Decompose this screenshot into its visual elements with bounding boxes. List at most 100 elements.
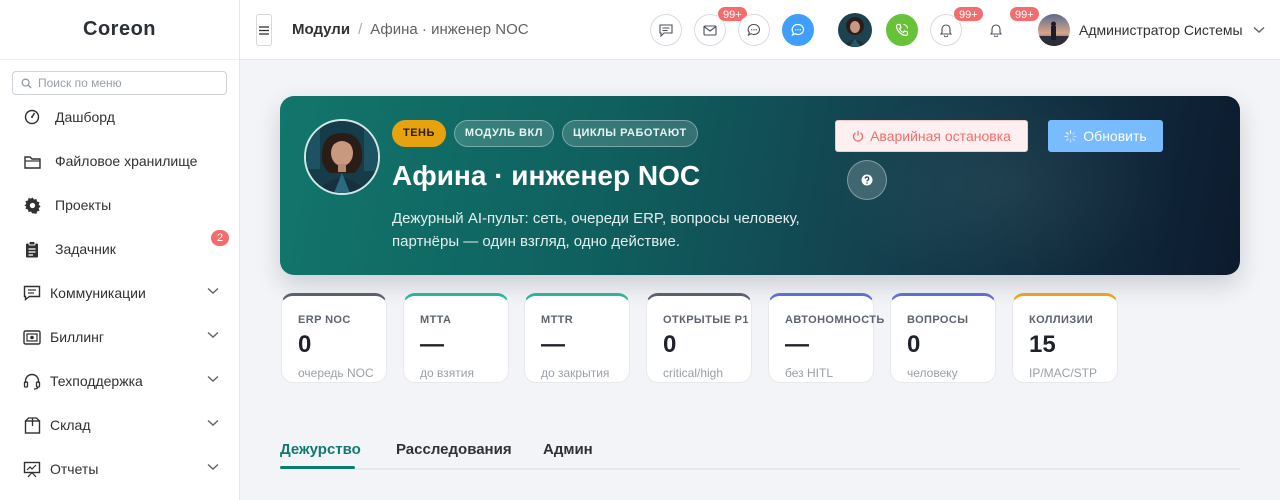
sidebar-item-label: Коммуникации: [50, 285, 146, 301]
chevron-down-icon: [207, 375, 219, 382]
stat-value: —: [541, 331, 565, 358]
sidebar-item-projects[interactable]: Проекты: [0, 183, 239, 227]
sidebar-item-label: Техподдержка: [50, 373, 143, 389]
billing-icon: [22, 327, 42, 347]
chat-button[interactable]: [738, 14, 770, 46]
stat-card-open-p1[interactable]: Открытые P1 0 critical/high: [646, 293, 752, 383]
refresh-label: Обновить: [1083, 128, 1147, 144]
sidebar-item-dashboard[interactable]: Дашборд: [0, 95, 239, 139]
tab-admin[interactable]: Админ: [543, 441, 593, 458]
menu-toggle-button[interactable]: [256, 14, 272, 46]
stat-label: MTTA: [420, 314, 452, 326]
stat-card-mttr[interactable]: MTTR — до закрытия: [524, 293, 630, 383]
user-avatar[interactable]: [1038, 14, 1070, 46]
message-square-icon: [659, 23, 673, 37]
sidebar: Coreon Дашборд Файловое хранилище Проект…: [0, 0, 240, 500]
stat-label: ERP NOC: [298, 314, 351, 326]
brand-logo[interactable]: Coreon: [0, 0, 239, 60]
clipboard-icon: [22, 239, 42, 259]
headset-icon: [22, 371, 42, 391]
alerts-count-badge: 99+: [1009, 6, 1040, 22]
bell-icon: [940, 23, 952, 37]
chevron-down-icon[interactable]: [1253, 26, 1265, 34]
folder-icon: [22, 151, 42, 171]
stat-label: Вопросы: [907, 314, 969, 326]
status-chip-module: Модуль ВКЛ: [453, 120, 554, 147]
stat-label: Коллизии: [1029, 314, 1094, 326]
sidebar-item-reports[interactable]: Отчеты: [0, 447, 239, 491]
sidebar-item-communications[interactable]: Коммуникации: [0, 271, 239, 315]
stat-card-mtta[interactable]: MTTA — до взятия: [403, 293, 509, 383]
stat-card-collisions[interactable]: Коллизии 15 IP/MAC/STP: [1012, 293, 1118, 383]
sidebar-item-warehouse[interactable]: Склад: [0, 403, 239, 447]
stat-label: Открытые P1: [663, 314, 749, 326]
chart-icon: [22, 459, 42, 479]
mail-icon: [703, 24, 717, 36]
phone-icon: [895, 23, 909, 37]
power-icon: [853, 130, 864, 142]
hamburger-icon: [259, 25, 269, 35]
status-chips: Тень Модуль ВКЛ Циклы работают: [392, 120, 698, 147]
notifications-count-badge: 99+: [953, 6, 984, 22]
tab-investigations[interactable]: Расследования: [396, 441, 512, 458]
chevron-down-icon: [207, 331, 219, 338]
help-button[interactable]: [847, 160, 887, 200]
gear-icon: [22, 195, 42, 215]
tasks-count-badge: 2: [211, 230, 229, 246]
section-tabs: Дежурство Расследования Админ: [280, 432, 1240, 470]
stat-value: 0: [907, 331, 921, 358]
menu-search-input[interactable]: [38, 76, 218, 90]
sidebar-item-billing[interactable]: Биллинг: [0, 315, 239, 359]
breadcrumb-current: Афина · инженер NOC: [370, 21, 529, 38]
messages-button[interactable]: [650, 14, 682, 46]
breadcrumb-modules[interactable]: Модули: [292, 21, 350, 38]
tab-duty[interactable]: Дежурство: [280, 441, 361, 458]
loading-spinner-icon: [1064, 129, 1078, 143]
stat-value: —: [420, 331, 444, 358]
person-avatar-icon: [838, 13, 872, 47]
stat-caption: critical/high: [663, 366, 724, 380]
status-chip-cycles: Циклы работают: [561, 120, 698, 147]
stat-label: MTTR: [541, 314, 574, 326]
dashboard-icon: [22, 107, 42, 127]
sidebar-item-label: Задачник: [55, 241, 116, 257]
stat-value: 0: [298, 331, 312, 358]
stat-caption: без HITL: [785, 366, 833, 380]
chevron-down-icon: [207, 463, 219, 470]
top-header: Модули / Афина · инженер NOC 99+ 99+ 99+ А…: [240, 0, 1280, 60]
ai-chat-button[interactable]: [782, 14, 814, 46]
sidebar-item-files[interactable]: Файловое хранилище: [0, 139, 239, 183]
stat-card-questions[interactable]: Вопросы 0 человеку: [890, 293, 996, 383]
sidebar-item-support[interactable]: Техподдержка: [0, 359, 239, 403]
agent-avatar[interactable]: [838, 13, 872, 47]
emergency-stop-button[interactable]: Аварийная остановка: [835, 120, 1028, 152]
breadcrumb: Модули / Афина · инженер NOC: [292, 21, 529, 38]
breadcrumb-separator: /: [358, 21, 363, 38]
alerts-button[interactable]: [980, 14, 1012, 46]
status-chip-shadow: Тень: [392, 120, 446, 147]
stat-caption: очередь NOC: [298, 366, 374, 380]
user-photo-icon: [1038, 14, 1070, 46]
chevron-down-icon: [207, 287, 219, 294]
user-name[interactable]: Администратор Системы: [1079, 22, 1243, 38]
bell-icon: [990, 23, 1002, 37]
refresh-button[interactable]: Обновить: [1048, 120, 1163, 152]
stat-card-erp-noc[interactable]: ERP NOC 0 очередь NOC: [281, 293, 387, 383]
agent-hero-card: Тень Модуль ВКЛ Циклы работают Афина · и…: [280, 96, 1240, 275]
search-icon: [21, 78, 32, 89]
sidebar-item-label: Файловое хранилище: [55, 153, 198, 169]
box-icon: [22, 415, 42, 435]
chevron-down-icon: [207, 419, 219, 426]
sidebar-item-tasks[interactable]: Задачник 2: [0, 227, 239, 271]
chat-bubble-icon: [791, 23, 805, 37]
menu-search[interactable]: [12, 71, 227, 95]
stat-card-autonomy[interactable]: Автономность — без HITL: [768, 293, 884, 383]
sidebar-item-label: Склад: [50, 417, 91, 433]
call-button[interactable]: [886, 14, 918, 46]
person-avatar-icon: [306, 121, 378, 193]
sidebar-item-label: Отчеты: [50, 461, 99, 477]
emergency-stop-label: Аварийная остановка: [870, 128, 1011, 144]
stat-value: —: [785, 331, 809, 358]
sidebar-item-label: Биллинг: [50, 329, 105, 345]
chat-icon: [22, 283, 42, 303]
